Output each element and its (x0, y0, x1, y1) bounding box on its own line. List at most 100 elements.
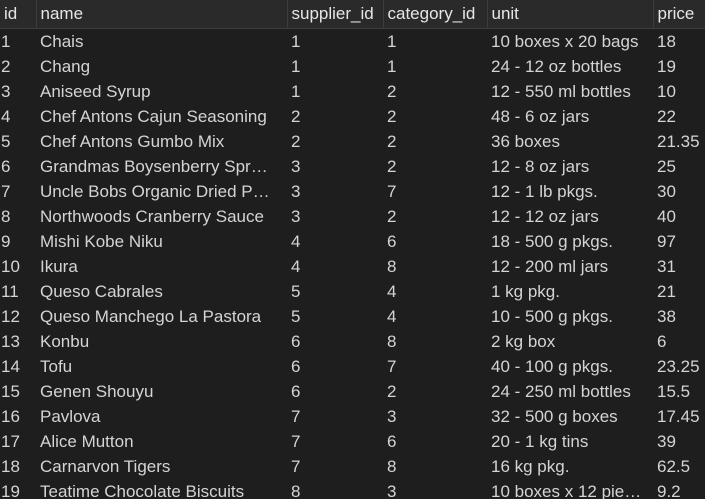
results-grid[interactable]: id name supplier_id category_id unit pri… (0, 0, 705, 499)
cell-category-id[interactable]: 7 (383, 179, 487, 204)
cell-category-id[interactable]: 2 (383, 104, 487, 129)
table-row[interactable]: 5 Chef Antons Gumbo Mix 2 2 36 boxes 21.35 (0, 129, 705, 154)
cell-unit[interactable]: 48 - 6 oz jars (487, 104, 653, 129)
cell-name[interactable]: Genen Shouyu (36, 379, 287, 404)
table-row[interactable]: 4 Chef Antons Cajun Seasoning 2 2 48 - 6 oz … (0, 104, 705, 129)
cell-id[interactable]: 15 (0, 379, 36, 404)
cell-supplier-id[interactable]: 7 (287, 429, 383, 454)
cell-id[interactable]: 17 (0, 429, 36, 454)
cell-price[interactable]: 39 (653, 429, 705, 454)
table-row[interactable]: 15 Genen Shouyu 6 2 24 - 250 ml bottles 15.5 (0, 379, 705, 404)
cell-id[interactable]: 2 (0, 54, 36, 79)
cell-unit[interactable]: 20 - 1 kg tins (487, 429, 653, 454)
cell-unit[interactable]: 2 kg box (487, 329, 653, 354)
cell-category-id[interactable]: 2 (383, 379, 487, 404)
cell-id[interactable]: 8 (0, 204, 36, 229)
table-row[interactable]: 14 Tofu 6 7 40 - 100 g pkgs. 23.25 (0, 354, 705, 379)
cell-category-id[interactable]: 8 (383, 329, 487, 354)
cell-price[interactable]: 31 (653, 254, 705, 279)
table-row[interactable]: 1 Chais 1 1 10 boxes x 20 bags 18 (0, 28, 705, 54)
cell-supplier-id[interactable]: 5 (287, 279, 383, 304)
cell-price[interactable]: 17.45 (653, 404, 705, 429)
cell-price[interactable]: 15.5 (653, 379, 705, 404)
cell-price[interactable]: 23.25 (653, 354, 705, 379)
table-row[interactable]: 3 Aniseed Syrup 1 2 12 - 550 ml bottles 10 (0, 79, 705, 104)
cell-price[interactable]: 9.2 (653, 479, 705, 499)
cell-category-id[interactable]: 4 (383, 279, 487, 304)
cell-name[interactable]: Tofu (36, 354, 287, 379)
cell-unit[interactable]: 24 - 12 oz bottles (487, 54, 653, 79)
cell-unit[interactable]: 12 - 1 lb pkgs. (487, 179, 653, 204)
cell-supplier-id[interactable]: 3 (287, 154, 383, 179)
cell-category-id[interactable]: 6 (383, 229, 487, 254)
cell-id[interactable]: 5 (0, 129, 36, 154)
cell-price[interactable]: 21.35 (653, 129, 705, 154)
cell-id[interactable]: 9 (0, 229, 36, 254)
cell-category-id[interactable]: 2 (383, 204, 487, 229)
cell-price[interactable]: 97 (653, 229, 705, 254)
cell-supplier-id[interactable]: 7 (287, 454, 383, 479)
cell-id[interactable]: 12 (0, 304, 36, 329)
cell-name[interactable]: Queso Manchego La Pastora (36, 304, 287, 329)
cell-id[interactable]: 6 (0, 154, 36, 179)
cell-id[interactable]: 19 (0, 479, 36, 499)
table-row[interactable]: 7 Uncle Bobs Organic Dried P… 3 7 12 - 1 lb … (0, 179, 705, 204)
cell-id[interactable]: 14 (0, 354, 36, 379)
cell-category-id[interactable]: 7 (383, 354, 487, 379)
table-row[interactable]: 17 Alice Mutton 7 6 20 - 1 kg tins 39 (0, 429, 705, 454)
cell-id[interactable]: 1 (0, 28, 36, 54)
cell-category-id[interactable]: 1 (383, 54, 487, 79)
cell-supplier-id[interactable]: 8 (287, 479, 383, 499)
cell-id[interactable]: 10 (0, 254, 36, 279)
cell-supplier-id[interactable]: 3 (287, 179, 383, 204)
cell-name[interactable]: Northwoods Cranberry Sauce (36, 204, 287, 229)
cell-unit[interactable]: 12 - 200 ml jars (487, 254, 653, 279)
cell-name[interactable]: Chef Antons Cajun Seasoning (36, 104, 287, 129)
cell-price[interactable]: 62.5 (653, 454, 705, 479)
cell-name[interactable]: Grandmas Boysenberry Spr… (36, 154, 287, 179)
cell-id[interactable]: 13 (0, 329, 36, 354)
table-row[interactable]: 12 Queso Manchego La Pastora 5 4 10 - 500 g … (0, 304, 705, 329)
cell-name[interactable]: Carnarvon Tigers (36, 454, 287, 479)
cell-id[interactable]: 11 (0, 279, 36, 304)
cell-unit[interactable]: 10 boxes x 12 pie… (487, 479, 653, 499)
cell-id[interactable]: 16 (0, 404, 36, 429)
cell-supplier-id[interactable]: 4 (287, 254, 383, 279)
cell-supplier-id[interactable]: 5 (287, 304, 383, 329)
cell-category-id[interactable]: 3 (383, 404, 487, 429)
cell-name[interactable]: Chais (36, 28, 287, 54)
cell-price[interactable]: 18 (653, 28, 705, 54)
cell-supplier-id[interactable]: 6 (287, 329, 383, 354)
cell-price[interactable]: 38 (653, 304, 705, 329)
cell-name[interactable]: Chang (36, 54, 287, 79)
table-row[interactable]: 16 Pavlova 7 3 32 - 500 g boxes 17.45 (0, 404, 705, 429)
column-header-id[interactable]: id (0, 0, 37, 29)
cell-unit[interactable]: 12 - 8 oz jars (487, 154, 653, 179)
cell-id[interactable]: 7 (0, 179, 36, 204)
cell-unit[interactable]: 24 - 250 ml bottles (487, 379, 653, 404)
cell-supplier-id[interactable]: 1 (287, 79, 383, 104)
cell-name[interactable]: Teatime Chocolate Biscuits (36, 479, 287, 499)
table-row[interactable]: 18 Carnarvon Tigers 7 8 16 kg pkg. 62.5 (0, 454, 705, 479)
cell-category-id[interactable]: 2 (383, 154, 487, 179)
cell-name[interactable]: Konbu (36, 329, 287, 354)
cell-unit[interactable]: 1 kg pkg. (487, 279, 653, 304)
cell-supplier-id[interactable]: 1 (287, 28, 383, 54)
cell-price[interactable]: 25 (653, 154, 705, 179)
cell-unit[interactable]: 12 - 550 ml bottles (487, 79, 653, 104)
cell-unit[interactable]: 36 boxes (487, 129, 653, 154)
cell-id[interactable]: 4 (0, 104, 36, 129)
cell-price[interactable]: 30 (653, 179, 705, 204)
column-header-supplier-id[interactable]: supplier_id (287, 0, 384, 29)
table-row[interactable]: 10 Ikura 4 8 12 - 200 ml jars 31 (0, 254, 705, 279)
cell-price[interactable]: 22 (653, 104, 705, 129)
cell-category-id[interactable]: 4 (383, 304, 487, 329)
table-row[interactable]: 2 Chang 1 1 24 - 12 oz bottles 19 (0, 54, 705, 79)
cell-supplier-id[interactable]: 1 (287, 54, 383, 79)
table-row[interactable]: 19 Teatime Chocolate Biscuits 8 3 10 boxes x… (0, 479, 705, 499)
cell-category-id[interactable]: 3 (383, 479, 487, 499)
table-row[interactable]: 8 Northwoods Cranberry Sauce 3 2 12 - 12 oz … (0, 204, 705, 229)
cell-price[interactable]: 6 (653, 329, 705, 354)
cell-category-id[interactable]: 2 (383, 129, 487, 154)
cell-unit[interactable]: 16 kg pkg. (487, 454, 653, 479)
